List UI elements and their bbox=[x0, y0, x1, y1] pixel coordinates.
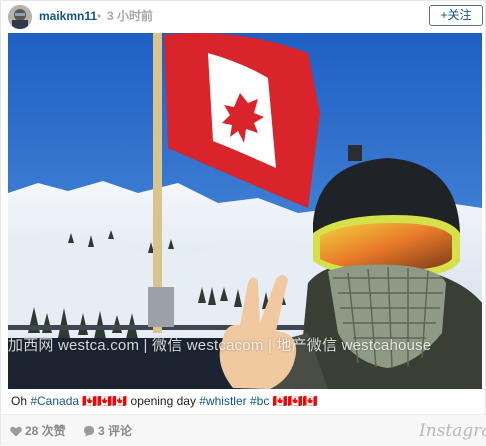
hashtag-bc[interactable]: #bc bbox=[250, 394, 269, 408]
username[interactable]: maikmn11 bbox=[39, 9, 97, 23]
post-photo[interactable]: 加西网 westca.com | 微信 westcacom | 地产微信 wes… bbox=[8, 33, 482, 389]
avatar[interactable] bbox=[8, 5, 32, 29]
comments-count[interactable]: 3 评论 bbox=[83, 424, 132, 438]
separator-dot: • bbox=[97, 9, 102, 23]
post-caption: Oh #Canada 🇨🇦🇨🇦🇨🇦 opening day #whistler … bbox=[11, 394, 477, 408]
post-footer: 28 次赞 3 评论 Instagram bbox=[1, 414, 486, 446]
comment-icon bbox=[84, 426, 94, 437]
watermark-text: 加西网 westca.com | 微信 westcacom | 地产微信 wes… bbox=[8, 337, 432, 354]
comments-label: 3 评论 bbox=[98, 424, 133, 438]
timestamp[interactable]: 3 小时前 bbox=[107, 9, 153, 23]
likes-count[interactable]: 28 次赞 bbox=[10, 424, 66, 438]
instagram-embed-card: maikmn11 • 3 小时前 +关注 加西网 westca.com | 微信… bbox=[0, 0, 486, 446]
caption-text: 🇨🇦🇨🇦🇨🇦 opening day bbox=[79, 394, 200, 408]
likes-label: 28 次赞 bbox=[25, 424, 66, 438]
follow-button[interactable]: +关注 bbox=[429, 5, 483, 26]
hashtag-canada[interactable]: #Canada bbox=[30, 394, 79, 408]
instagram-logo[interactable]: Instagram bbox=[419, 421, 486, 441]
caption-text: Oh bbox=[11, 394, 31, 408]
post-header: maikmn11 • 3 小时前 +关注 bbox=[1, 1, 486, 33]
avatar-image bbox=[8, 5, 32, 29]
heart-icon bbox=[10, 426, 22, 437]
caption-text: 🇨🇦🇨🇦🇨🇦 bbox=[269, 394, 318, 408]
hashtag-whistler[interactable]: #whistler bbox=[199, 394, 246, 408]
